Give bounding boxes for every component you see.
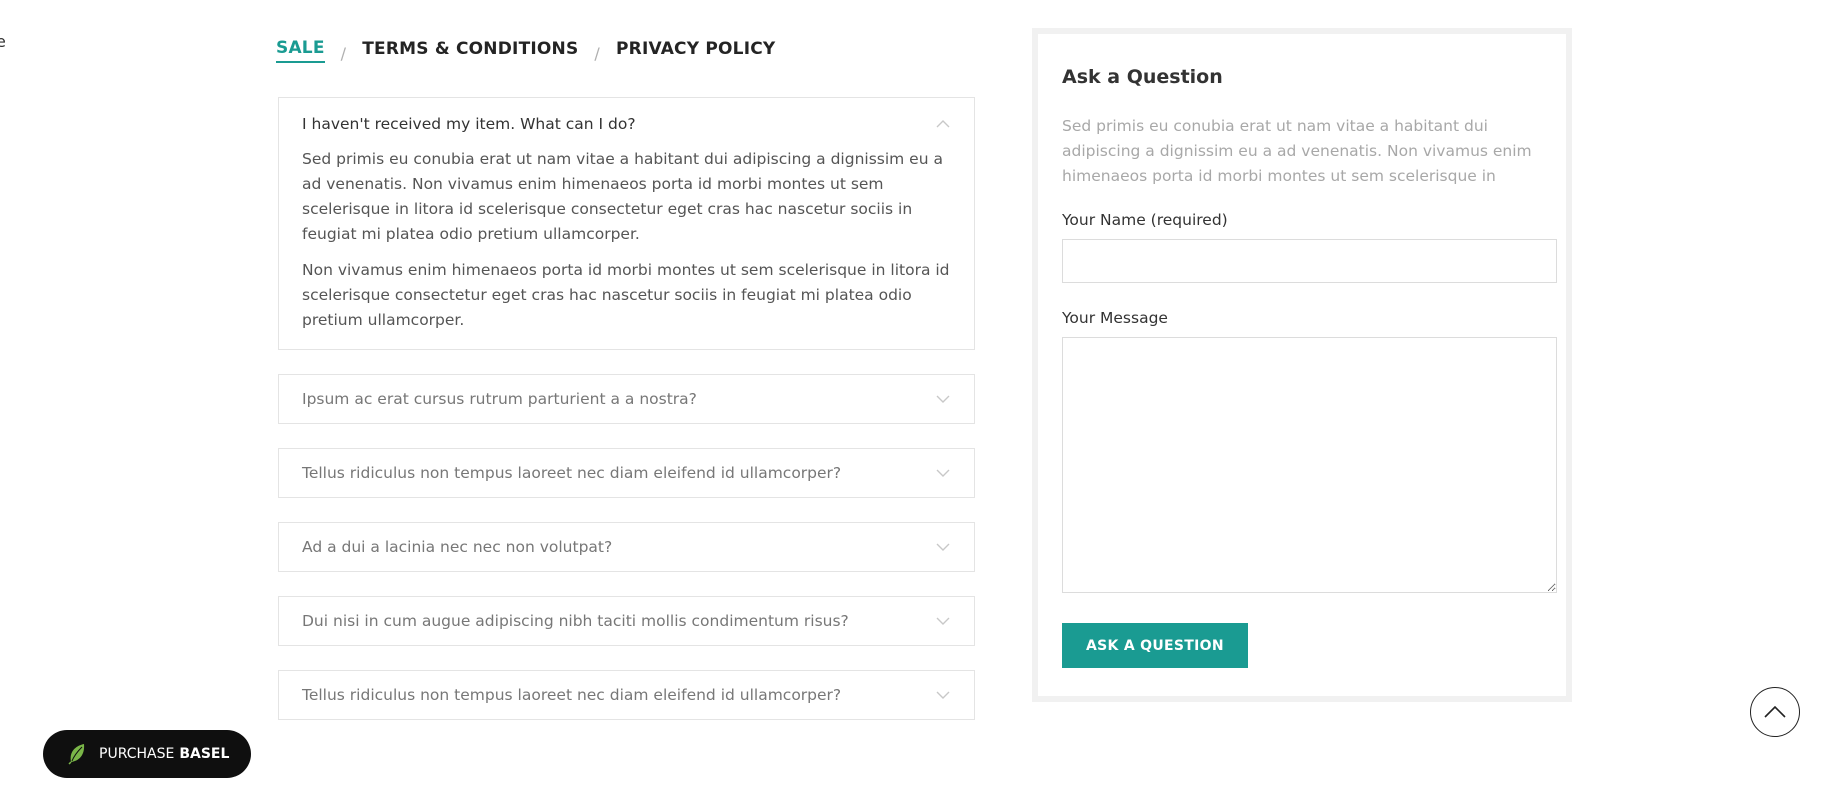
ask-question-button[interactable]: ASK A QUESTION	[1062, 623, 1248, 668]
purchase-badge[interactable]: PURCHASE BASEL	[43, 730, 251, 778]
accordion-question: Ipsum ac erat cursus rutrum parturient a…	[302, 390, 697, 408]
chevron-down-icon	[935, 539, 951, 555]
edge-text: e	[0, 32, 6, 51]
accordion-answer: Sed primis eu conubia erat ut nam vitae …	[279, 147, 974, 349]
leaf-icon	[67, 743, 87, 765]
faq-accordion: I haven't received my item. What can I d…	[278, 97, 975, 744]
message-label: Your Message	[1062, 309, 1168, 327]
accordion-item: Ipsum ac erat cursus rutrum parturient a…	[278, 374, 975, 424]
message-textarea[interactable]	[1062, 337, 1557, 593]
ask-question-panel: Ask a Question Sed primis eu conubia era…	[1032, 28, 1572, 702]
purchase-prefix: PURCHASE	[99, 746, 175, 762]
ask-title: Ask a Question	[1062, 66, 1223, 88]
accordion-header[interactable]: Dui nisi in cum augue adipiscing nibh ta…	[279, 597, 974, 645]
answer-paragraph: Non vivamus enim himenaeos porta id morb…	[302, 261, 950, 329]
name-label: Your Name (required)	[1062, 211, 1228, 229]
accordion-item: Tellus ridiculus non tempus laoreet nec …	[278, 670, 975, 720]
accordion-item: Ad a dui a lacinia nec nec non volutpat?	[278, 522, 975, 572]
accordion-header[interactable]: Ad a dui a lacinia nec nec non volutpat?	[279, 523, 974, 571]
accordion-question: Ad a dui a lacinia nec nec non volutpat?	[302, 538, 613, 556]
answer-paragraph: Sed primis eu conubia erat ut nam vitae …	[302, 150, 943, 243]
tab-separator: /	[594, 44, 601, 63]
tab-sale[interactable]: SALE	[276, 38, 325, 63]
tab-separator: /	[340, 44, 347, 63]
chevron-down-icon	[935, 687, 951, 703]
name-input[interactable]	[1062, 239, 1557, 283]
tab-terms-conditions[interactable]: TERMS & CONDITIONS	[362, 39, 578, 62]
accordion-item: I haven't received my item. What can I d…	[278, 97, 975, 350]
ask-description: Sed primis eu conubia erat ut nam vitae …	[1062, 117, 1532, 185]
chevron-up-icon	[935, 116, 951, 132]
chevron-down-icon	[935, 391, 951, 407]
accordion-item: Tellus ridiculus non tempus laoreet nec …	[278, 448, 975, 498]
chevron-down-icon	[935, 613, 951, 629]
accordion-question: Tellus ridiculus non tempus laoreet nec …	[302, 464, 842, 482]
accordion-header[interactable]: Tellus ridiculus non tempus laoreet nec …	[279, 671, 974, 719]
accordion-question: Tellus ridiculus non tempus laoreet nec …	[302, 686, 842, 704]
tab-bar: SALE / TERMS & CONDITIONS / PRIVACY POLI…	[276, 38, 775, 63]
accordion-header[interactable]: I haven't received my item. What can I d…	[279, 98, 974, 147]
chevron-down-icon	[935, 465, 951, 481]
purchase-brand: BASEL	[179, 746, 230, 762]
tab-privacy-policy[interactable]: PRIVACY POLICY	[616, 39, 775, 62]
accordion-header[interactable]: Tellus ridiculus non tempus laoreet nec …	[279, 449, 974, 497]
accordion-item: Dui nisi in cum augue adipiscing nibh ta…	[278, 596, 975, 646]
accordion-question: I haven't received my item. What can I d…	[302, 114, 636, 133]
scroll-to-top-button[interactable]	[1750, 687, 1800, 737]
arrow-up-icon	[1764, 706, 1786, 718]
accordion-header[interactable]: Ipsum ac erat cursus rutrum parturient a…	[279, 375, 974, 423]
accordion-question: Dui nisi in cum augue adipiscing nibh ta…	[302, 612, 849, 630]
